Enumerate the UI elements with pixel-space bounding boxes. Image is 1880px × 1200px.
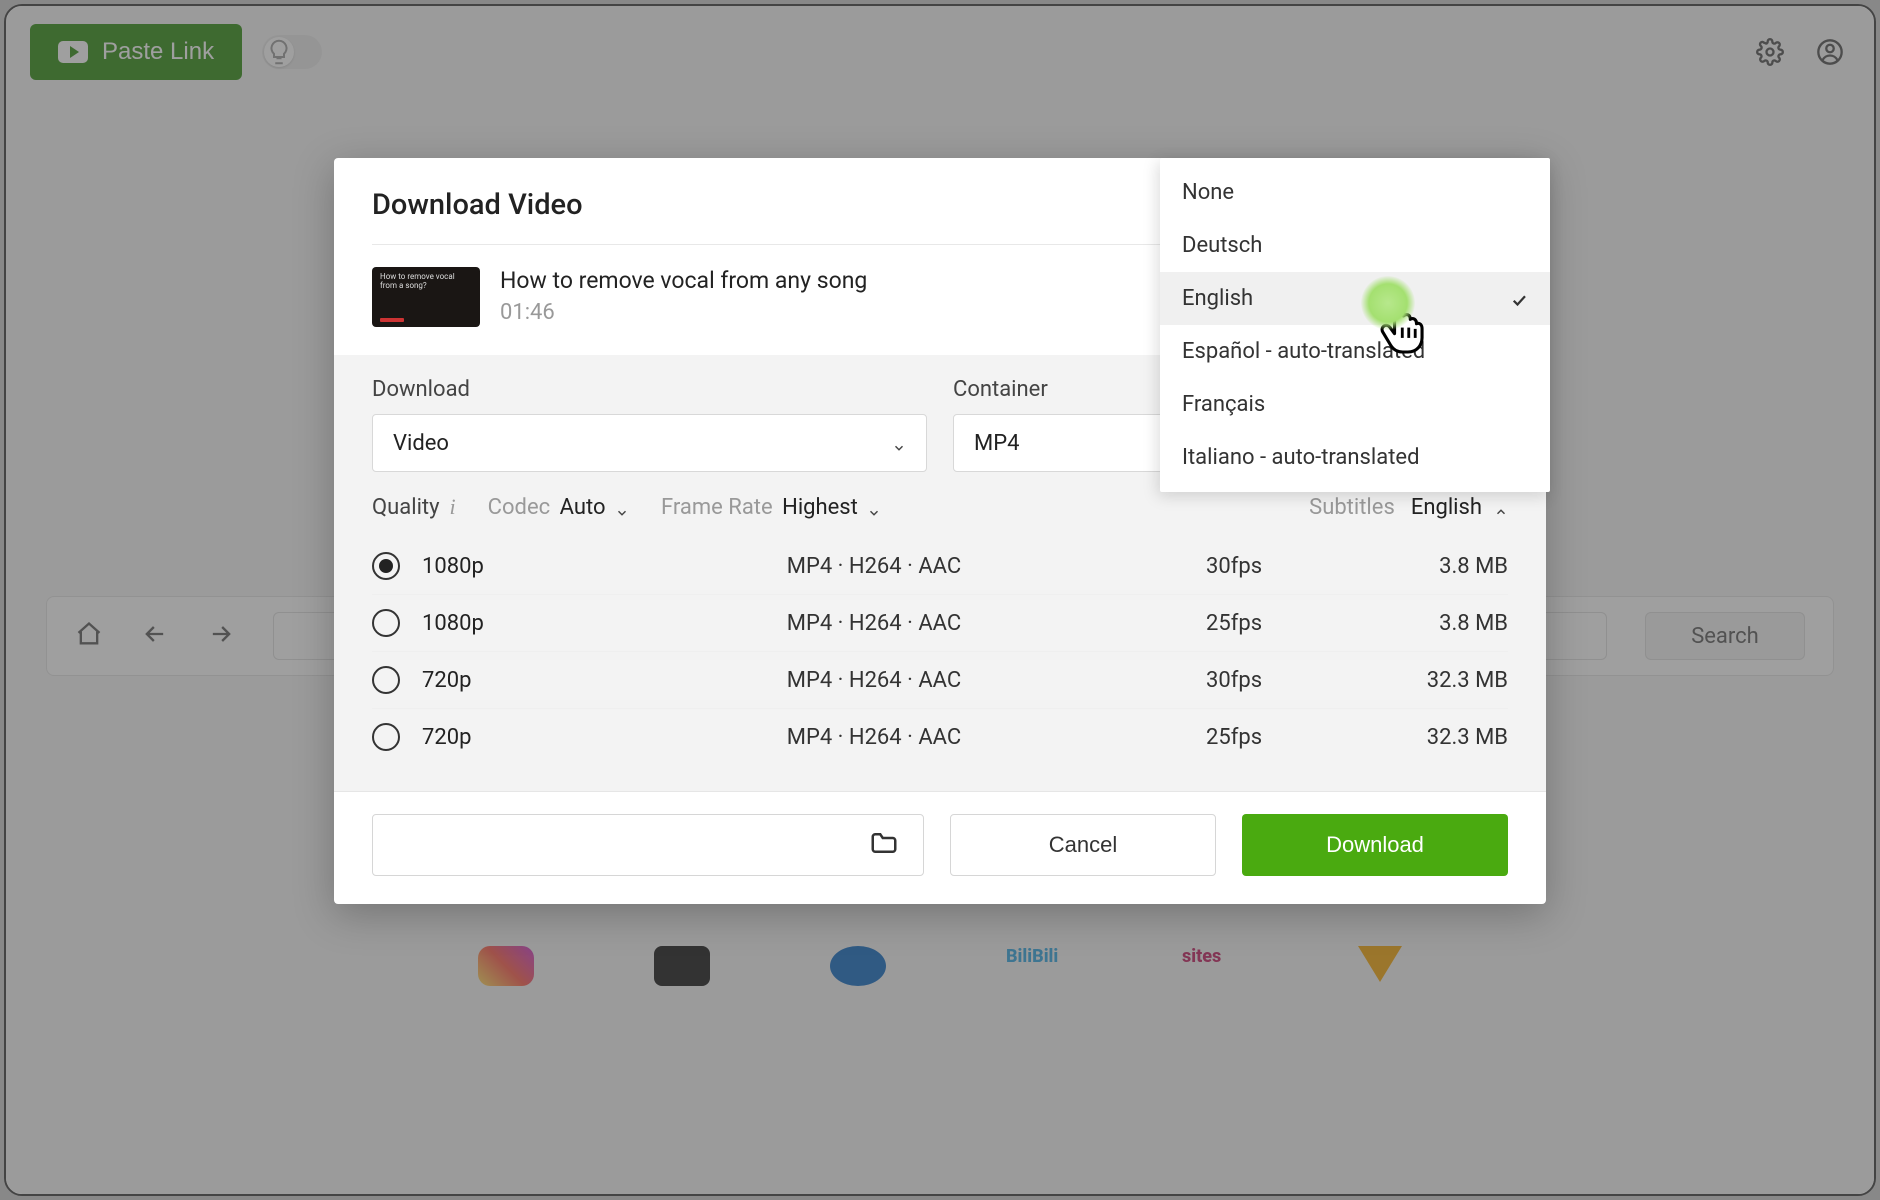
- quality-codec: MP4 · H264 · AAC: [564, 611, 1184, 636]
- download-type-select[interactable]: Video: [372, 414, 927, 472]
- arrow-right-icon: [207, 620, 235, 648]
- download-type-value: Video: [393, 431, 449, 456]
- quality-resolution: 1080p: [422, 554, 542, 579]
- chevron-down-icon: [892, 436, 906, 450]
- quality-resolution: 720p: [422, 668, 542, 693]
- radio-button[interactable]: [372, 552, 400, 580]
- container-value: MP4: [974, 431, 1019, 456]
- subtitles-option[interactable]: Español - auto-translated: [1160, 325, 1550, 378]
- paste-link-label: Paste Link: [102, 38, 214, 66]
- download-type-label: Download: [372, 377, 927, 402]
- quality-resolution: 1080p: [422, 611, 542, 636]
- chevron-up-icon: [1494, 500, 1508, 514]
- radio-button[interactable]: [372, 666, 400, 694]
- quality-fps: 25fps: [1206, 611, 1346, 636]
- option-label: Español - auto-translated: [1182, 339, 1425, 364]
- quality-codec: MP4 · H264 · AAC: [564, 668, 1184, 693]
- back-button[interactable]: [141, 620, 169, 652]
- quality-size: 3.8 MB: [1368, 554, 1508, 579]
- home-icon: [75, 620, 103, 648]
- search-label: Search: [1691, 624, 1759, 649]
- subtitles-select[interactable]: Subtitles English: [1309, 495, 1508, 520]
- option-label: Français: [1182, 392, 1265, 417]
- site-icon[interactable]: BiliBili: [1006, 946, 1062, 986]
- radio-button[interactable]: [372, 609, 400, 637]
- quality-codec: MP4 · H264 · AAC: [564, 725, 1184, 750]
- save-path-input[interactable]: [372, 814, 924, 876]
- thumbnail-caption: How to remove vocal from a song?: [380, 273, 472, 291]
- chevron-down-icon: [615, 501, 629, 515]
- quality-codec: MP4 · H264 · AAC: [564, 554, 1184, 579]
- option-label: None: [1182, 180, 1234, 205]
- site-icon[interactable]: [478, 946, 534, 986]
- radio-button[interactable]: [372, 723, 400, 751]
- option-label: Italiano - auto-translated: [1182, 445, 1420, 470]
- codec-select[interactable]: Codec Auto: [488, 495, 629, 520]
- site-icon[interactable]: [830, 946, 886, 986]
- download-video-dialog: Download Video How to remove vocal from …: [334, 158, 1546, 904]
- quality-row[interactable]: 1080p MP4 · H264 · AAC 25fps 3.8 MB: [372, 594, 1508, 651]
- cancel-label: Cancel: [1049, 832, 1117, 858]
- folder-icon: [869, 828, 899, 862]
- app-window: Paste Link Search BiliBili sites: [4, 4, 1876, 1196]
- site-icon[interactable]: sites: [1182, 946, 1238, 986]
- quality-fps: 30fps: [1206, 668, 1346, 693]
- video-duration: 01:46: [500, 300, 867, 325]
- option-label: English: [1182, 286, 1253, 311]
- subtitles-option[interactable]: English: [1160, 272, 1550, 325]
- quality-list: 1080p MP4 · H264 · AAC 30fps 3.8 MB 1080p MP4…: [372, 538, 1508, 771]
- subtitles-option[interactable]: Français: [1160, 378, 1550, 431]
- account-button[interactable]: [1810, 32, 1850, 72]
- subtitles-option[interactable]: None: [1160, 166, 1550, 219]
- paste-link-button[interactable]: Paste Link: [30, 24, 242, 80]
- quality-label: Quality: [372, 495, 440, 520]
- topbar: Paste Link: [6, 6, 1874, 98]
- forward-button[interactable]: [207, 620, 235, 652]
- chevron-down-icon: [867, 501, 881, 515]
- quality-fps: 25fps: [1206, 725, 1346, 750]
- user-icon: [1816, 38, 1844, 66]
- option-label: Deutsch: [1182, 233, 1262, 258]
- video-title: How to remove vocal from any song: [500, 267, 867, 294]
- site-icon[interactable]: [654, 946, 710, 986]
- check-icon: [1510, 290, 1528, 308]
- home-button[interactable]: [75, 620, 103, 652]
- framerate-select[interactable]: Frame Rate Highest: [661, 495, 881, 520]
- quality-row[interactable]: 720p MP4 · H264 · AAC 25fps 32.3 MB: [372, 708, 1508, 765]
- quality-size: 32.3 MB: [1368, 725, 1508, 750]
- gear-icon: [1756, 38, 1784, 66]
- theme-toggle[interactable]: [262, 35, 322, 69]
- subtitles-option[interactable]: Italiano - auto-translated: [1160, 431, 1550, 484]
- quality-size: 3.8 MB: [1368, 611, 1508, 636]
- arrow-left-icon: [141, 620, 169, 648]
- subtitles-option[interactable]: Deutsch: [1160, 219, 1550, 272]
- lightbulb-icon: [264, 37, 294, 67]
- cancel-button[interactable]: Cancel: [950, 814, 1216, 876]
- settings-button[interactable]: [1750, 32, 1790, 72]
- download-button[interactable]: Download: [1242, 814, 1508, 876]
- download-label: Download: [1326, 832, 1424, 858]
- quality-row[interactable]: 1080p MP4 · H264 · AAC 30fps 3.8 MB: [372, 538, 1508, 594]
- video-icon: [58, 41, 88, 63]
- video-thumbnail: How to remove vocal from a song?: [372, 267, 480, 327]
- quality-resolution: 720p: [422, 725, 542, 750]
- info-icon[interactable]: i: [450, 494, 456, 520]
- subtitles-dropdown: None Deutsch English Español - auto-transla…: [1160, 158, 1550, 492]
- site-shortcuts: BiliBili sites: [6, 946, 1874, 986]
- quality-size: 32.3 MB: [1368, 668, 1508, 693]
- dialog-footer: Cancel Download: [334, 791, 1546, 904]
- site-icon[interactable]: [1358, 946, 1402, 982]
- quality-fps: 30fps: [1206, 554, 1346, 579]
- quality-row[interactable]: 720p MP4 · H264 · AAC 30fps 32.3 MB: [372, 651, 1508, 708]
- search-button[interactable]: Search: [1645, 612, 1805, 660]
